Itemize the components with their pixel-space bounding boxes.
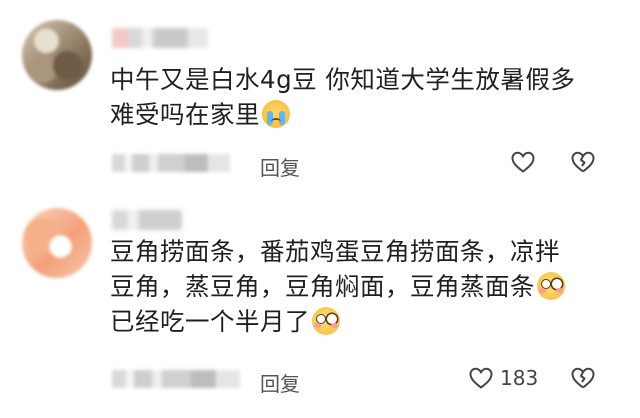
like-button[interactable]: 183	[468, 366, 538, 390]
username-blurred[interactable]	[112, 210, 182, 230]
comment-text-line-with-emoji: 豆角，蒸豆角，豆角焖面，豆角蒸面条	[110, 269, 610, 304]
loudly-crying-face-icon	[262, 100, 290, 128]
flushed-face-icon	[537, 272, 565, 300]
broken-heart-icon	[571, 151, 595, 173]
heart-icon	[469, 367, 493, 389]
like-button[interactable]	[510, 150, 542, 174]
comment-text-line: 已经吃一个半月了	[110, 307, 310, 336]
comment-text-line-with-emoji: 已经吃一个半月了	[110, 304, 610, 339]
reply-button[interactable]: 回复	[260, 152, 300, 181]
comment-item: 中午又是白水4g豆 你知道大学生放暑假多 难受吗在家里 回复	[0, 0, 640, 196]
comment-text: 中午又是白水4g豆 你知道大学生放暑假多 难受吗在家里	[110, 62, 610, 132]
flushed-face-icon	[312, 307, 340, 335]
broken-heart-icon	[571, 367, 595, 389]
comment-text-line: 豆角，蒸豆角，豆角焖面，豆角蒸面条	[110, 272, 535, 301]
dislike-button[interactable]	[570, 150, 596, 174]
timestamp-blurred	[112, 370, 240, 388]
comment-meta: 回复 183	[112, 366, 640, 396]
comment-text-line-with-emoji: 难受吗在家里	[110, 97, 610, 132]
comment-meta: 回复	[112, 150, 640, 180]
comment-text-line: 难受吗在家里	[110, 100, 260, 129]
comment-item: 豆角捞面条，番茄鸡蛋豆角捞面条，凉拌 豆角，蒸豆角，豆角焖面，豆角蒸面条 已经吃…	[0, 196, 640, 418]
heart-icon	[511, 151, 535, 173]
comment-text: 豆角捞面条，番茄鸡蛋豆角捞面条，凉拌 豆角，蒸豆角，豆角焖面，豆角蒸面条 已经吃…	[110, 234, 610, 339]
username-blurred[interactable]	[112, 28, 208, 48]
timestamp-blurred	[112, 154, 230, 172]
avatar[interactable]	[22, 20, 92, 90]
reply-button[interactable]: 回复	[260, 368, 300, 397]
dislike-button[interactable]	[570, 366, 596, 390]
comment-text-line: 中午又是白水4g豆 你知道大学生放暑假多	[110, 65, 576, 94]
like-count: 183	[500, 366, 539, 390]
comment-text-line: 豆角捞面条，番茄鸡蛋豆角捞面条，凉拌	[110, 237, 560, 266]
avatar[interactable]	[22, 208, 92, 278]
